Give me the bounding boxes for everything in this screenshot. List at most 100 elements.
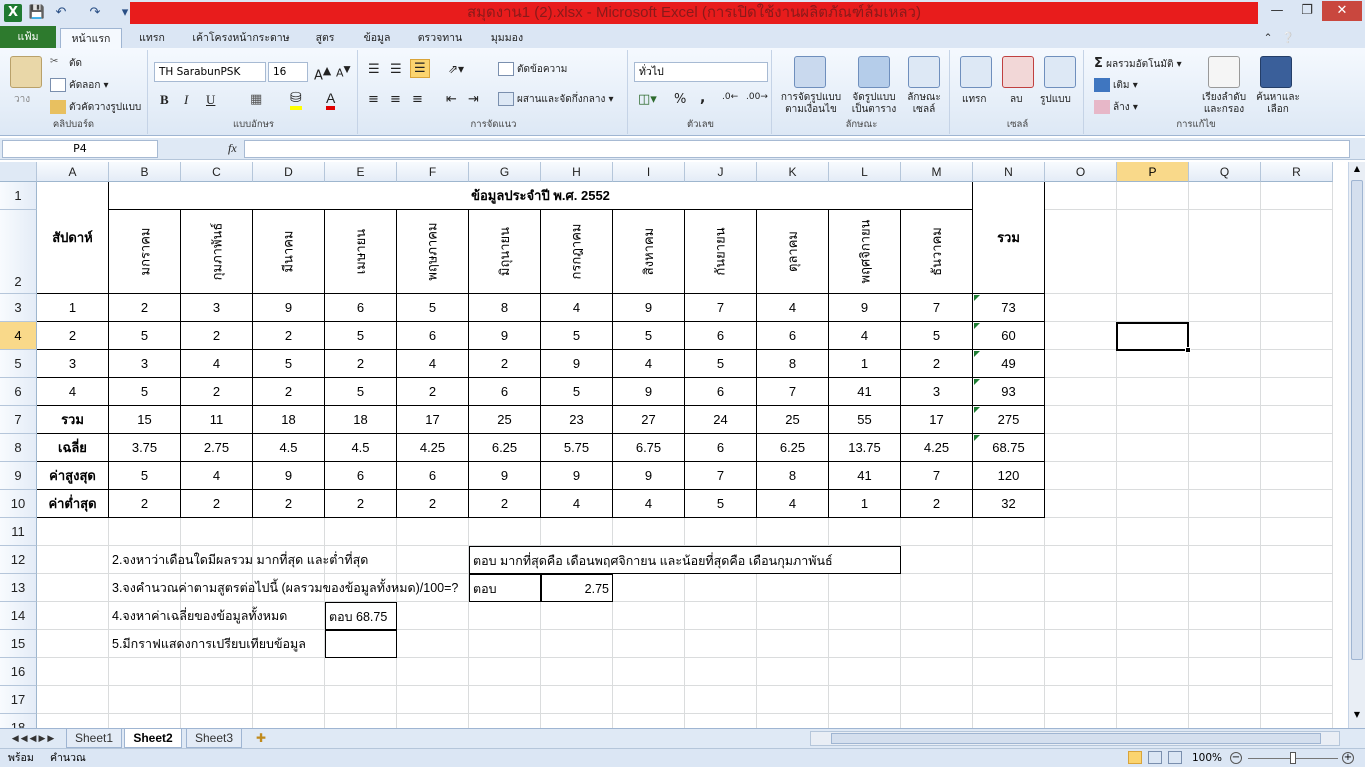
value-cell[interactable]: 9 xyxy=(469,322,541,350)
cell-o8[interactable] xyxy=(1045,434,1117,462)
question-3[interactable]: 3.จงคำนวณค่าตามสูตรต่อไปนี้ (ผลรวมของข้อ… xyxy=(109,574,469,602)
cell-p16[interactable] xyxy=(1117,658,1189,686)
cell-b18[interactable] xyxy=(109,714,181,728)
row-header-9[interactable]: 9 xyxy=(0,462,37,490)
value-cell[interactable]: 5 xyxy=(685,350,757,378)
cell-o17[interactable] xyxy=(1045,686,1117,714)
column-header-k[interactable]: K xyxy=(757,162,829,182)
value-cell[interactable]: 6 xyxy=(685,434,757,462)
select-all-corner[interactable] xyxy=(0,162,37,182)
cell-o13[interactable] xyxy=(1045,574,1117,602)
value-cell[interactable]: 9 xyxy=(541,462,613,490)
value-cell[interactable]: 5 xyxy=(613,322,685,350)
cell-o18[interactable] xyxy=(1045,714,1117,728)
value-cell[interactable]: 25 xyxy=(469,406,541,434)
column-header-h[interactable]: H xyxy=(541,162,613,182)
horizontal-scrollbar[interactable] xyxy=(810,731,1340,746)
cell-d11[interactable] xyxy=(253,518,325,546)
sort-filter-button[interactable]: เรียงลำดับ และกรอง xyxy=(1196,92,1252,116)
cell-r11[interactable] xyxy=(1261,518,1333,546)
percent-button[interactable]: % xyxy=(674,92,686,107)
value-cell[interactable]: 2 xyxy=(469,350,541,378)
insert-sheet-icon[interactable]: ✚ xyxy=(250,729,272,748)
fx-icon[interactable]: fx xyxy=(228,141,237,156)
cell-o2[interactable] xyxy=(1045,210,1117,294)
value-cell[interactable]: 7 xyxy=(757,378,829,406)
fill-handle[interactable] xyxy=(1185,347,1191,353)
close-icon[interactable]: ✕ xyxy=(1322,1,1362,21)
value-cell[interactable]: 7 xyxy=(685,462,757,490)
value-cell[interactable]: 24 xyxy=(685,406,757,434)
value-cell[interactable]: 6 xyxy=(685,322,757,350)
align-right-icon[interactable]: ≡ xyxy=(412,92,423,107)
cell-h16[interactable] xyxy=(541,658,613,686)
cell-p10[interactable] xyxy=(1117,490,1189,518)
binoculars-icon[interactable] xyxy=(1260,56,1292,88)
cell-a18[interactable] xyxy=(37,714,109,728)
worksheet-grid[interactable]: ABCDEFGHIJKLMNOPQR 1 2 3 4 5 6 7 8 9 10 11 12 13 14 15… xyxy=(0,162,1348,728)
cell-r14[interactable] xyxy=(1261,602,1333,630)
page-layout-view-icon[interactable] xyxy=(1148,751,1162,764)
cell-p12[interactable] xyxy=(1117,546,1189,574)
cell-k18[interactable] xyxy=(757,714,829,728)
cell-n18[interactable] xyxy=(973,714,1045,728)
month-header-2[interactable]: กุมภาพันธ์ xyxy=(181,210,253,294)
value-cell[interactable]: 5 xyxy=(253,350,325,378)
week-header[interactable]: สัปดาห์ xyxy=(37,182,109,294)
value-cell[interactable]: 8 xyxy=(757,350,829,378)
value-cell[interactable]: 15 xyxy=(109,406,181,434)
cell-g15[interactable] xyxy=(469,630,541,658)
name-box[interactable]: P4 xyxy=(2,140,158,158)
cell-r12[interactable] xyxy=(1261,546,1333,574)
grow-font-icon[interactable]: A▲ xyxy=(314,64,331,83)
table-title[interactable]: ข้อมูลประจำปี พ.ศ. 2552 xyxy=(109,182,973,210)
conditional-format-button[interactable]: การจัดรูปแบบ ตามเงื่อนไข xyxy=(778,92,844,116)
format-as-table-icon[interactable] xyxy=(858,56,890,88)
cell-b16[interactable] xyxy=(109,658,181,686)
column-header-i[interactable]: I xyxy=(613,162,685,182)
question-5[interactable]: 5.มีกราฟแสดงการเปรียบเทียบข้อมูล xyxy=(109,630,325,658)
question-4[interactable]: 4.จงหาค่าเฉลี่ยของข้อมูลทั้งหมด xyxy=(109,602,325,630)
row-total[interactable]: 32 xyxy=(973,490,1045,518)
month-header-6[interactable]: มิถุนายน xyxy=(469,210,541,294)
cell-c16[interactable] xyxy=(181,658,253,686)
scroll-thumb[interactable] xyxy=(1351,180,1363,660)
cell-q13[interactable] xyxy=(1189,574,1261,602)
cell-r3[interactable] xyxy=(1261,294,1333,322)
autosum-button[interactable]: Σ ผลรวมอัตโนมัติ ▾ xyxy=(1094,56,1182,72)
cell-q6[interactable] xyxy=(1189,378,1261,406)
cell-m17[interactable] xyxy=(901,686,973,714)
cell-l14[interactable] xyxy=(829,602,901,630)
align-center-icon[interactable]: ≡ xyxy=(390,92,401,107)
fill-button[interactable]: เติม ▾ xyxy=(1094,78,1138,93)
row-label[interactable]: 3 xyxy=(37,350,109,378)
formula-input[interactable] xyxy=(244,140,1350,158)
format-painter-button[interactable]: ตัวคัดวางรูปแบบ xyxy=(50,100,141,115)
column-header-r[interactable]: R xyxy=(1261,162,1333,182)
cell-r13[interactable] xyxy=(1261,574,1333,602)
answer-3-label[interactable]: ตอบ xyxy=(469,574,541,602)
value-cell[interactable]: 2.75 xyxy=(181,434,253,462)
value-cell[interactable]: 9 xyxy=(613,378,685,406)
row-header-5[interactable]: 5 xyxy=(0,350,37,378)
cell-n12[interactable] xyxy=(973,546,1045,574)
cell-p18[interactable] xyxy=(1117,714,1189,728)
value-cell[interactable]: 4 xyxy=(757,294,829,322)
cell-r5[interactable] xyxy=(1261,350,1333,378)
value-cell[interactable]: 6.75 xyxy=(613,434,685,462)
paste-button[interactable]: วาง xyxy=(14,92,30,107)
row-label[interactable]: เฉลี่ย xyxy=(37,434,109,462)
shrink-font-icon[interactable]: A▼ xyxy=(336,64,351,80)
row-total[interactable]: 73 xyxy=(973,294,1045,322)
cell-k16[interactable] xyxy=(757,658,829,686)
column-header-a[interactable]: A xyxy=(37,162,109,182)
row-header-18[interactable]: 18 xyxy=(0,714,37,728)
row-header-10[interactable]: 10 xyxy=(0,490,37,518)
month-header-8[interactable]: สิงหาคม xyxy=(613,210,685,294)
value-cell[interactable]: 8 xyxy=(469,294,541,322)
italic-button[interactable]: I xyxy=(184,92,188,108)
cell-g16[interactable] xyxy=(469,658,541,686)
cell-j16[interactable] xyxy=(685,658,757,686)
cell-p3[interactable] xyxy=(1117,294,1189,322)
value-cell[interactable]: 4 xyxy=(541,294,613,322)
